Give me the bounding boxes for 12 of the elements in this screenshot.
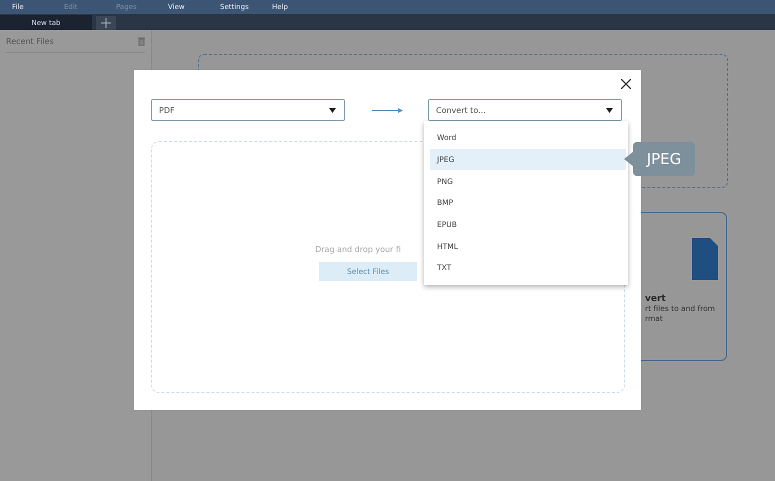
sidebar-title: Recent Files xyxy=(6,37,54,46)
document-icon xyxy=(692,238,718,280)
caret-icon xyxy=(606,108,613,112)
drop-hint: Drag and drop your fi xyxy=(315,245,401,254)
arrow-icon xyxy=(372,108,403,112)
callout-label: JPEG xyxy=(633,142,695,176)
close-button[interactable] xyxy=(619,77,633,91)
target-format-select[interactable]: Convert to... xyxy=(428,99,622,121)
card-title: vert xyxy=(645,294,666,304)
new-tab-button[interactable] xyxy=(96,16,116,30)
source-format-select[interactable]: PDF xyxy=(151,99,345,121)
caret-icon xyxy=(329,108,336,112)
